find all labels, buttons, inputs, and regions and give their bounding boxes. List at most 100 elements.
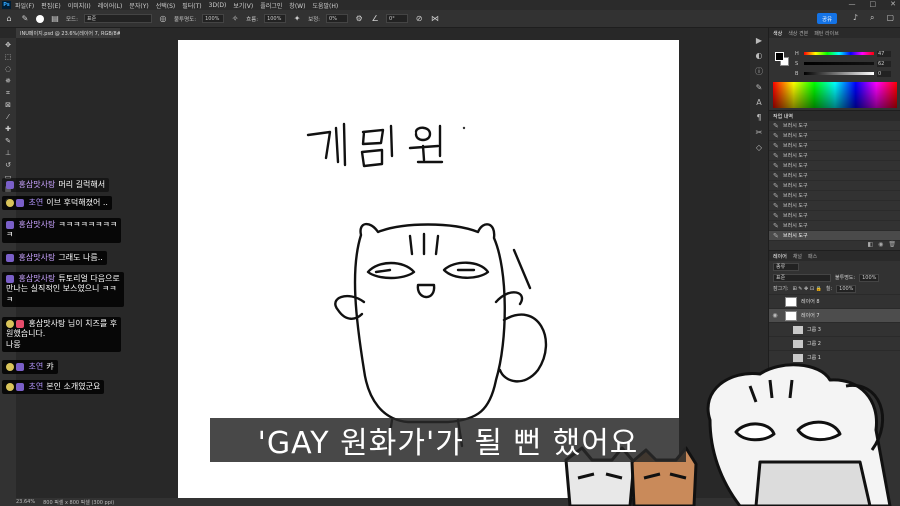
layer-name[interactable]: 그룹 3	[807, 326, 821, 333]
menu-help[interactable]: 도움말(H)	[312, 1, 338, 10]
zoom-level[interactable]: 23.64%	[16, 499, 35, 505]
minimize-icon[interactable]: —	[849, 0, 856, 8]
character-icon[interactable]: A	[756, 98, 761, 107]
frame-tool-icon[interactable]: ⊠	[3, 101, 13, 110]
history-brush-icon[interactable]: ↺	[3, 161, 13, 170]
eyedropper-icon[interactable]: ⁄	[3, 113, 13, 122]
clone-stamp-icon[interactable]: ⊥	[3, 149, 13, 158]
pressure-opacity-icon[interactable]: ◎	[158, 14, 168, 24]
history-item[interactable]: ✎ 브러시 도구	[769, 191, 900, 201]
history-item[interactable]: ✎ 브러시 도구	[769, 221, 900, 231]
blend-mode-select[interactable]: 표준	[773, 273, 831, 282]
history-item[interactable]: ✎ 브러시 도구	[769, 231, 900, 241]
flow-field[interactable]: 100%	[264, 14, 287, 23]
tools-icon[interactable]: ✂	[756, 128, 763, 137]
history-item[interactable]: ✎ 브러시 도구	[769, 181, 900, 191]
layer-row[interactable]: 그룹 2	[769, 336, 900, 350]
notifications-icon[interactable]: ♪	[853, 13, 858, 23]
menu-filter[interactable]: 필터(T)	[182, 1, 201, 10]
menu-3d[interactable]: 3D(D)	[209, 2, 227, 9]
airbrush-toggle-icon[interactable]: ✦	[292, 14, 302, 24]
smoothing-options-icon[interactable]: ⚙	[354, 14, 364, 24]
info-icon[interactable]: ⓘ	[755, 66, 763, 77]
history-item[interactable]: ✎ 브러시 도구	[769, 211, 900, 221]
marquee-tool-icon[interactable]: ⬚	[3, 53, 13, 62]
trash-icon[interactable]: 🗑	[888, 241, 896, 248]
brightness-slider[interactable]: B 0	[795, 70, 893, 77]
menu-window[interactable]: 창(W)	[289, 1, 305, 10]
smoothing-field[interactable]: 0%	[326, 14, 349, 23]
tab-swatches[interactable]: 색상 견본	[788, 30, 808, 37]
layer-name[interactable]: 그룹 2	[807, 340, 821, 347]
close-icon[interactable]: ✕	[890, 0, 896, 8]
layer-name[interactable]: 레이어 7	[801, 312, 820, 319]
layer-row[interactable]: 레이어 8	[769, 294, 900, 308]
share-button[interactable]: 공유	[817, 13, 837, 24]
move-tool-icon[interactable]: ✥	[3, 41, 13, 50]
menu-file[interactable]: 파일(F)	[15, 1, 34, 10]
healing-brush-icon[interactable]: ✚	[3, 125, 13, 134]
color-spectrum[interactable]	[773, 82, 897, 108]
brush-settings-icon[interactable]: ▤	[50, 14, 60, 24]
tab-paths[interactable]: 패스	[808, 253, 817, 260]
menu-view[interactable]: 보기(V)	[233, 1, 253, 10]
saturation-value[interactable]: 62	[877, 60, 891, 67]
crop-tool-icon[interactable]: ⌗	[3, 89, 13, 98]
opacity-field[interactable]: 100%	[202, 14, 225, 23]
hue-slider[interactable]: H 47	[795, 50, 893, 57]
search-icon[interactable]: ⌕	[870, 13, 874, 23]
history-item[interactable]: ✎ 브러시 도구	[769, 121, 900, 131]
symmetry-icon[interactable]: ⋈	[430, 14, 440, 24]
layer-kind-filter[interactable]: 종류	[773, 262, 799, 271]
camera-icon[interactable]: ◉	[878, 241, 883, 248]
brightness-value[interactable]: 0	[877, 70, 891, 77]
menu-layer[interactable]: 레이어(L)	[98, 1, 123, 10]
history-item[interactable]: ✎ 브러시 도구	[769, 131, 900, 141]
magic-wand-icon[interactable]: ✵	[3, 77, 13, 86]
foreground-color-swatch[interactable]	[775, 52, 784, 61]
history-item[interactable]: ✎ 브러시 도구	[769, 161, 900, 171]
history-item[interactable]: ✎ 브러시 도구	[769, 201, 900, 211]
angle-icon[interactable]: ∠	[370, 14, 380, 24]
fill-field[interactable]: 100%	[836, 284, 857, 293]
workspace-icon[interactable]: ▢	[886, 13, 894, 23]
history-item[interactable]: ✎ 브러시 도구	[769, 171, 900, 181]
hue-value[interactable]: 47	[877, 50, 891, 57]
tab-color[interactable]: 색상	[773, 30, 782, 37]
snapshot-icon[interactable]: ◧	[867, 241, 873, 248]
adjustments-icon[interactable]: ◐	[756, 51, 763, 60]
tab-patterns[interactable]: 패턴 라이브	[814, 30, 839, 37]
home-icon[interactable]: ⌂	[4, 14, 14, 24]
menu-edit[interactable]: 편집(E)	[41, 1, 61, 10]
mode-select[interactable]: 표준	[83, 14, 152, 23]
airbrush-icon[interactable]: ✧	[230, 14, 240, 24]
pressure-size-icon[interactable]: ⊘	[414, 14, 424, 24]
layer-name[interactable]: 레이어 8	[801, 298, 820, 305]
history-item[interactable]: ✎ 브러시 도구	[769, 141, 900, 151]
document-tab[interactable]: INU페이지.psd @ 23.6%(레이어 7, RGB/8#) *	[16, 28, 120, 38]
cube-icon[interactable]: ◇	[756, 143, 762, 152]
layer-opacity-field[interactable]: 100%	[859, 273, 880, 282]
play-icon[interactable]: ▶	[756, 36, 762, 45]
lock-icons[interactable]: ⊞ ✎ ✥ ⊡ 🔒	[793, 286, 822, 292]
layer-row[interactable]: 그룹 3	[769, 322, 900, 336]
menu-image[interactable]: 이미지(I)	[68, 1, 91, 10]
paragraph-icon[interactable]: ¶	[756, 113, 761, 122]
brush-tool-icon[interactable]: ✎	[20, 14, 30, 24]
menu-plugins[interactable]: 플러그인	[260, 1, 282, 10]
brush-settings-icon[interactable]: ✎	[756, 83, 763, 92]
brush-preset-picker[interactable]	[36, 14, 44, 23]
visibility-eye-icon[interactable]: ◉	[769, 312, 781, 319]
menu-select[interactable]: 선택(S)	[156, 1, 176, 10]
tab-history[interactable]: 작업 내역	[773, 113, 793, 120]
layer-row[interactable]: ◉ 레이어 7	[769, 308, 900, 322]
brush-tool-icon[interactable]: ✎	[3, 137, 13, 146]
lasso-tool-icon[interactable]: ◌	[3, 65, 13, 74]
maximize-icon[interactable]: □	[870, 0, 877, 8]
menu-type[interactable]: 문자(Y)	[129, 1, 148, 10]
saturation-slider[interactable]: S 62	[795, 60, 893, 67]
angle-field[interactable]: 0°	[386, 14, 409, 23]
tab-layers[interactable]: 레이어	[773, 253, 787, 260]
history-item[interactable]: ✎ 브러시 도구	[769, 151, 900, 161]
tab-channels[interactable]: 채널	[793, 253, 802, 260]
